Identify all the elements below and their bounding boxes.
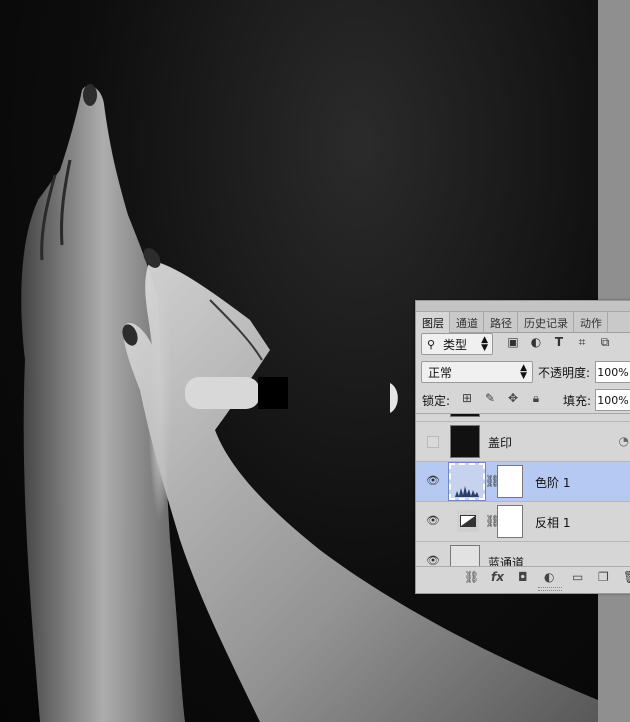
layer-row[interactable] [416, 414, 630, 422]
visibility-toggle-off[interactable] [427, 436, 439, 448]
filter-label: 类型 [443, 337, 468, 352]
eye-icon[interactable]: 👁︎ [426, 554, 440, 566]
fill-input[interactable]: 100% [595, 389, 630, 411]
layer-thumbnail [450, 545, 480, 566]
lock-transparent-icon[interactable]: ⊞ [460, 391, 474, 406]
tab-actions[interactable]: 动作 [574, 312, 608, 332]
smart-object-filter-icon[interactable]: ⧉ [598, 335, 612, 350]
layer-mask-thumbnail[interactable] [497, 505, 523, 538]
adjustment-icon[interactable]: ◐ [544, 570, 554, 584]
blend-mode-value: 正常 [428, 365, 453, 380]
trash-icon[interactable]: 🗑︎ [623, 570, 630, 584]
layers-panel-footer: ⛓ fx ◘ ◐ ▭ ❐ 🗑︎ [416, 566, 630, 587]
layer-thumbnail [450, 414, 480, 417]
resize-grip[interactable] [538, 587, 562, 591]
layer-name: 蓝通道 [488, 556, 525, 566]
panel-tabs: 图层 通道 路径 历史记录 动作 [416, 312, 630, 334]
fill-label: 填充: [563, 394, 592, 408]
type-filter-icon[interactable]: T [552, 335, 566, 350]
invert-adjustment-icon [457, 510, 479, 532]
layer-filter-select[interactable]: ⚲ 类型 ▲ ▼ [421, 333, 493, 355]
new-layer-icon[interactable]: ❐ [598, 570, 609, 584]
shape-filter-icon[interactable]: ⌗ [575, 335, 589, 350]
layer-row-levels[interactable]: 👁︎ ⛓ 色阶 1 [416, 462, 630, 502]
link-icon[interactable]: ⛓ [464, 570, 479, 584]
lock-paint-icon[interactable]: ✎ [483, 391, 497, 406]
layer-name: 反相 1 [535, 516, 571, 530]
lock-label: 锁定: [422, 394, 451, 408]
lock-all-icon[interactable]: 🔒︎ [529, 391, 543, 406]
fx-icon[interactable]: fx [491, 570, 504, 584]
mask-icon[interactable]: ◘ [518, 570, 528, 584]
layer-name: 色阶 1 [535, 476, 571, 490]
layer-thumbnail [450, 425, 480, 458]
tab-paths[interactable]: 路径 [484, 312, 518, 332]
opacity-input[interactable]: 100% [595, 361, 630, 383]
panel-title-bar[interactable] [416, 301, 630, 312]
layer-name: 盖印 [488, 436, 513, 450]
layer-row-invert[interactable]: 👁︎ ⛓ 反相 1 [416, 502, 630, 542]
blend-mode-select[interactable]: 正常 ▲ ▼ [421, 361, 533, 383]
smart-filter-icon[interactable]: ◔ [619, 434, 629, 448]
layers-list[interactable]: 盖印 ◔ 👁︎ ⛓ 色阶 1 👁︎ ⛓ 反相 1 👁︎ 蓝通道 [416, 413, 630, 566]
eye-icon[interactable]: 👁︎ [426, 514, 440, 528]
layer-row-stamp[interactable]: 盖印 ◔ [416, 422, 630, 462]
tab-layers[interactable]: 图层 [416, 312, 450, 334]
adjustment-filter-icon[interactable]: ◐ [529, 335, 543, 350]
search-icon: ⚲ [427, 337, 436, 351]
image-filter-icon[interactable]: ▣ [506, 335, 520, 350]
layers-panel: 图层 通道 路径 历史记录 动作 ⚲ 类型 ▲ ▼ ▣ ◐ T ⌗ ⧉ 正常 ▲ ▼… [415, 300, 630, 594]
tab-history[interactable]: 历史记录 [518, 312, 574, 332]
eye-icon[interactable]: 👁︎ [426, 474, 440, 488]
updown-arrow-icon: ▲ ▼ [481, 335, 488, 353]
lock-position-icon[interactable]: ✥ [506, 391, 520, 406]
layer-mask-thumbnail[interactable] [497, 465, 523, 498]
layer-row-blue-channel[interactable]: 👁︎ 蓝通道 [416, 542, 630, 566]
levels-icon [448, 462, 486, 501]
updown-arrow-icon: ▲ ▼ [520, 363, 527, 381]
opacity-label: 不透明度: [538, 366, 591, 380]
folder-icon[interactable]: ▭ [572, 570, 583, 584]
tab-channels[interactable]: 通道 [450, 312, 484, 332]
